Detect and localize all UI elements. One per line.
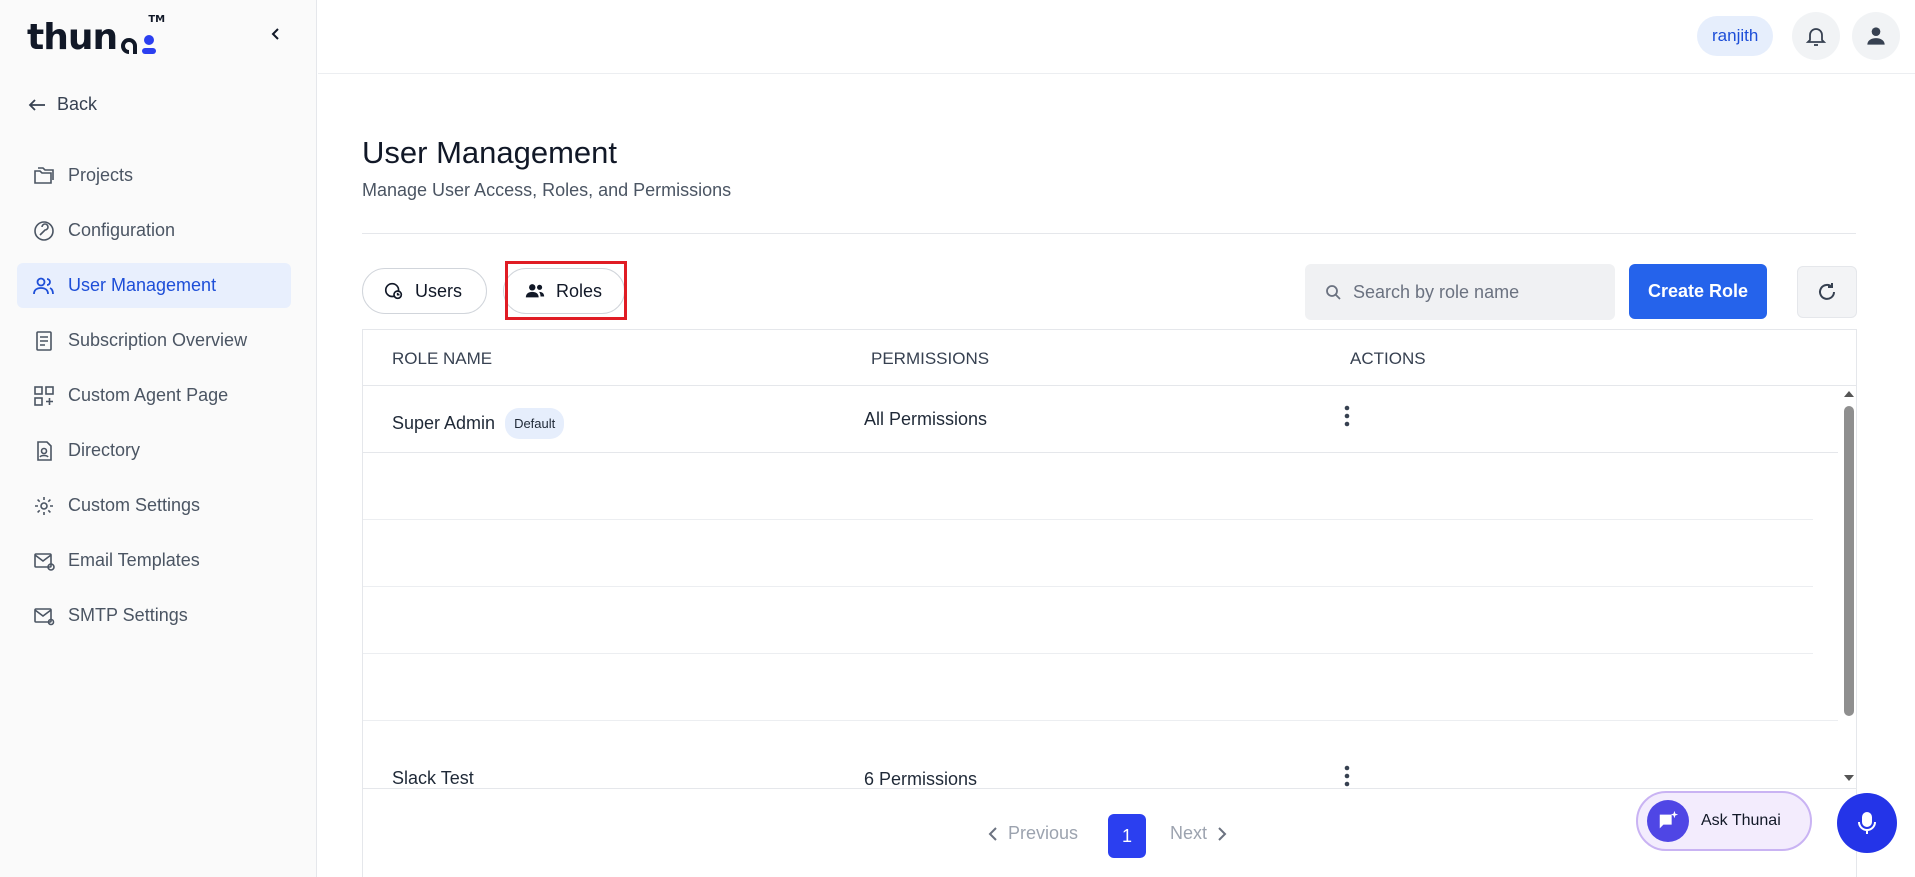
search-icon [1326,285,1341,300]
top-bar [318,0,1915,74]
page-title: User Management [362,135,618,170]
previous-page-button[interactable]: Previous [988,823,1078,844]
ask-thunai-label: Ask Thunai [1701,812,1781,829]
arrow-left-icon [28,98,45,111]
page-number-button[interactable]: 1 [1108,814,1146,858]
sidebar-item-custom-settings[interactable]: Custom Settings [17,483,291,528]
table-row: Slack Test 6 Permissions [363,746,1838,788]
chevron-left-icon [988,826,997,841]
sidebar-item-label: Directory [68,440,141,460]
row-divider [363,653,1813,654]
row-divider [363,720,1838,721]
next-page-button[interactable]: Next [1170,823,1227,844]
grid-plus-icon [34,385,54,406]
username-chip[interactable]: ranjith [1697,16,1774,56]
user-avatar-icon [1867,27,1885,45]
table-header: ROLE NAME PERMISSIONS ACTIONS [363,330,1856,386]
logo-ai-mark [119,26,157,56]
bell-icon [1805,28,1827,46]
receipt-icon [36,330,52,351]
folders-icon [34,166,54,184]
role-name: Slack Test [392,768,474,788]
sidebar-item-directory[interactable]: Directory [17,428,291,473]
ask-thunai-button[interactable]: Ask Thunai [1636,791,1812,851]
sidebar-item-label: Projects [68,165,134,185]
collapse-sidebar-icon[interactable] [268,26,284,42]
previous-label: Previous [1008,823,1079,843]
scrollbar-thumb[interactable] [1844,406,1854,716]
next-label: Next [1170,823,1208,843]
sidebar-item-label: Subscription Overview [68,330,248,350]
page-subtitle: Manage User Access, Roles, and Permissio… [362,180,732,200]
mail-settings-icon [34,607,55,625]
back-link[interactable]: Back [27,94,97,115]
row-actions-menu-icon[interactable] [1343,764,1351,788]
roles-tab-icon [525,284,545,298]
row-divider [363,586,1813,587]
tab-roles-label: Roles [556,280,603,301]
settings-gear-icon [35,496,53,515]
chat-sparkle-icon [1647,800,1689,842]
thunai-logo[interactable]: thun TM [27,15,165,58]
sidebar-item-label: Custom Agent Page [68,385,229,405]
role-name: Super Admin [392,413,496,433]
profile-button[interactable] [1852,12,1900,60]
notifications-button[interactable] [1792,12,1840,60]
scroll-down-icon [1844,775,1854,781]
refresh-button[interactable] [1797,266,1857,318]
row-actions-menu-icon[interactable] [1343,404,1351,433]
microphone-icon [1858,812,1876,834]
table-body: Super Admin Default All Permissions Slac… [363,386,1843,788]
refresh-icon [1819,283,1835,300]
tab-users[interactable]: Users [362,268,487,314]
column-role-name: ROLE NAME [392,349,493,368]
back-label: Back [57,94,98,114]
table-row: Super Admin Default All Permissions [363,386,1838,453]
sidebar-item-label: Custom Settings [68,495,201,515]
sidebar-item-email-templates[interactable]: Email Templates [17,538,291,583]
column-actions: ACTIONS [1350,349,1426,368]
contact-file-icon [37,440,52,461]
scroll-up-icon [1844,391,1854,397]
sidebar-item-user-management[interactable]: User Management [17,263,291,308]
role-permissions: All Permissions [864,409,988,429]
sidebar-item-custom-agent-page[interactable]: Custom Agent Page [17,373,291,418]
default-badge: Default [505,408,565,439]
sidebar-item-projects[interactable]: Projects [17,153,291,198]
tab-users-label: Users [415,280,463,301]
chevron-right-icon [1218,826,1227,841]
pagination: Previous 1 Next [363,788,1856,877]
row-divider [363,519,1813,520]
mail-template-icon [34,552,55,571]
search-input[interactable] [1353,281,1593,303]
sidebar-item-smtp-settings[interactable]: SMTP Settings [17,593,291,638]
sidebar-item-subscription-overview[interactable]: Subscription Overview [17,318,291,363]
roles-table: ROLE NAME PERMISSIONS ACTIONS Super Admi… [362,329,1857,877]
configuration-icon [34,220,54,241]
users-tab-icon [384,282,403,300]
tab-roles[interactable]: Roles [503,268,625,314]
role-search[interactable] [1305,264,1615,320]
sidebar: thun TM Back Projects Configuration User… [0,0,317,877]
sidebar-item-label: Configuration [68,220,176,240]
sidebar-item-label: User Management [68,275,217,295]
trademark: TM [148,14,166,25]
create-role-button[interactable]: Create Role [1629,264,1767,319]
sidebar-item-configuration[interactable]: Configuration [17,208,291,253]
table-scrollbar[interactable] [1841,388,1856,786]
users-icon [33,277,54,294]
voice-input-button[interactable] [1837,793,1897,853]
sidebar-item-label: SMTP Settings [68,605,188,625]
column-permissions: PERMISSIONS [871,349,990,368]
sidebar-item-label: Email Templates [68,550,200,570]
header-divider [362,233,1856,234]
sidebar-nav: Projects Configuration User Management S… [17,153,291,648]
role-permissions: 6 Permissions [864,769,978,788]
logo-text: thun [27,17,118,58]
